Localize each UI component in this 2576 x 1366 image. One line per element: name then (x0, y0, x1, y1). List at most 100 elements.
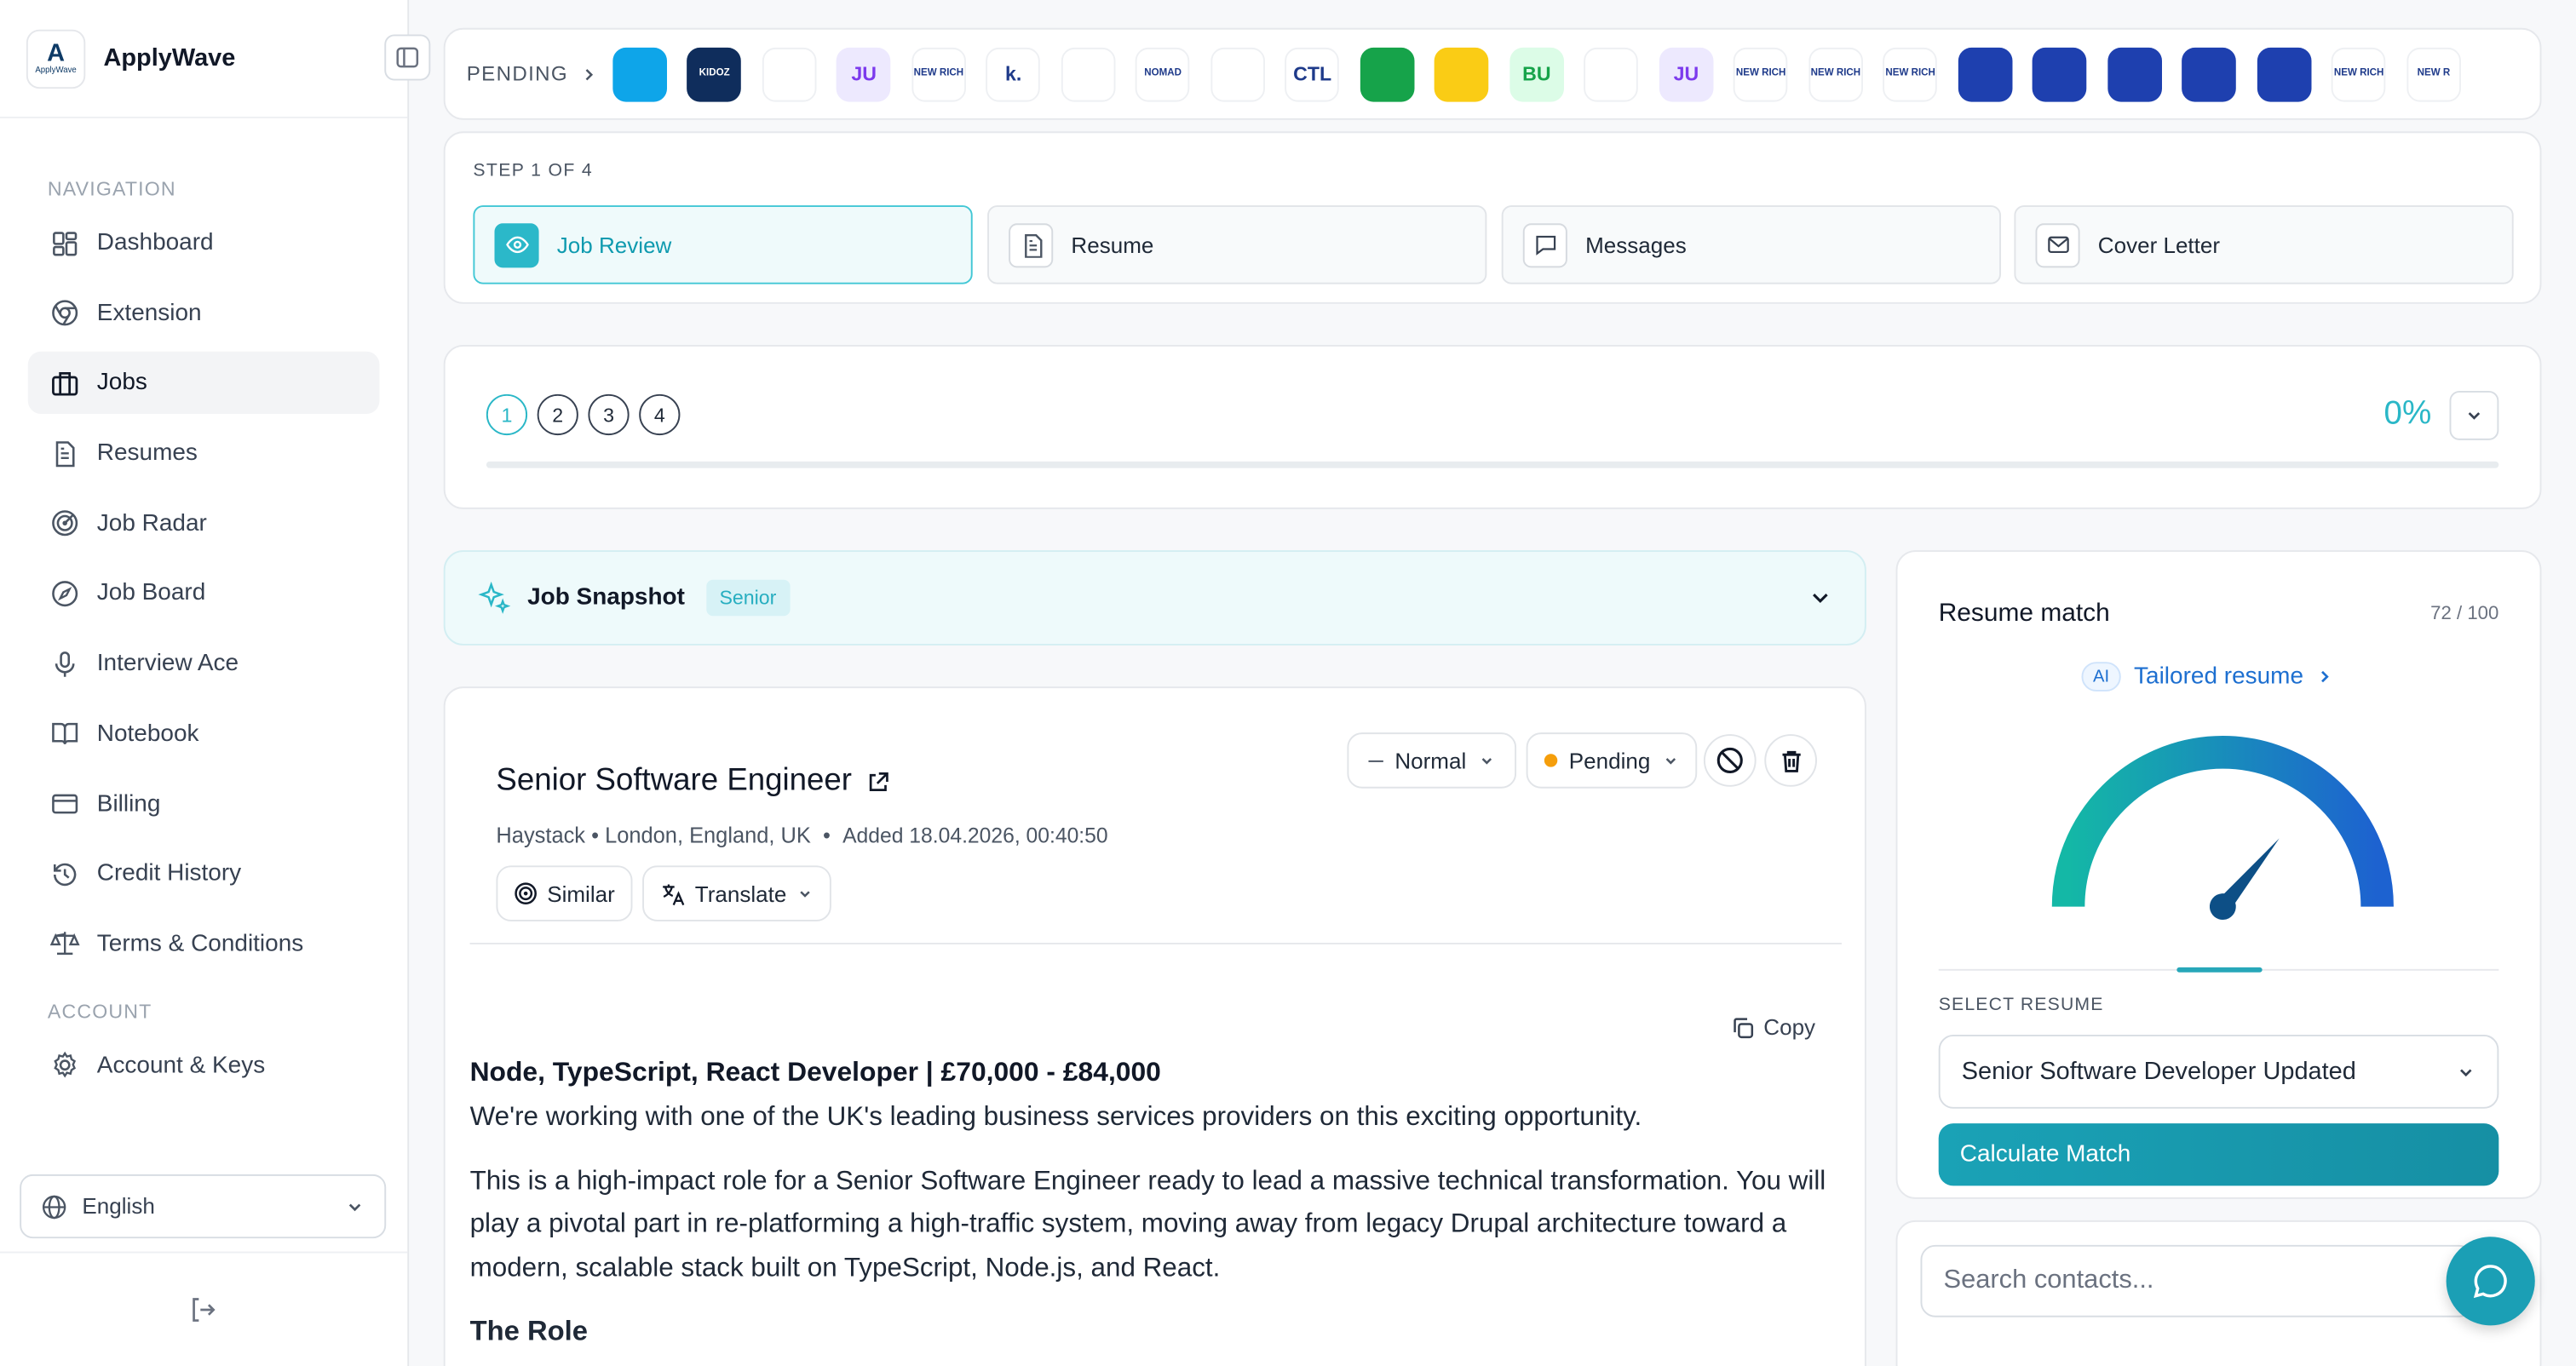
copy-button[interactable]: Copy (1733, 1015, 1815, 1040)
sparkles-icon (478, 581, 511, 614)
company-logo-shield[interactable] (1958, 46, 2013, 101)
history-icon (53, 863, 77, 886)
eye-icon (505, 236, 528, 254)
progress-expand-button[interactable] (2449, 390, 2499, 440)
block-button[interactable] (1703, 734, 1757, 787)
tray-label: PENDING (467, 62, 596, 85)
sidebar-item-label: Interview Ace (96, 650, 239, 677)
company-logo-kidoz[interactable]: KIDOZ (687, 46, 742, 101)
sidebar-item-dashboard[interactable]: Dashboard (28, 212, 380, 274)
chevron-down-icon (2468, 412, 2481, 420)
app-logo[interactable]: A ApplyWave (26, 28, 86, 89)
sidebar-item-account-keys[interactable]: Account & Keys (28, 1035, 380, 1097)
delete-button[interactable] (1764, 734, 1817, 787)
sidebar-item-extension[interactable]: Extension (28, 282, 380, 344)
status-select[interactable]: Pending (1526, 732, 1697, 789)
company-logo-new-rich[interactable]: NEW RICH (2332, 46, 2386, 101)
translate-button[interactable]: Translate (642, 865, 831, 921)
company-logo-db[interactable] (612, 46, 667, 101)
step-tab-resume[interactable]: Resume (987, 205, 1487, 284)
compass-icon (52, 581, 78, 607)
company-logo-k[interactable]: k. (986, 46, 1041, 101)
app-root: A ApplyWave ApplyWave NAVIGATION Dashboa… (0, 0, 2576, 1366)
app-name: ApplyWave (103, 44, 236, 72)
sidebar-item-job-board[interactable]: Job Board (28, 562, 380, 624)
resume-match-title: Resume match (1938, 599, 2110, 628)
sidebar-panel-icon (396, 47, 419, 68)
step-tab-cover-letter[interactable]: Cover Letter (2014, 205, 2514, 284)
sidebar-item-terms-conditions[interactable]: Terms & Conditions (28, 913, 380, 975)
sidebar-item-interview-ace[interactable]: Interview Ace (28, 633, 380, 695)
company-logo-new-rich[interactable]: NEW RICH (1808, 46, 1863, 101)
company-logo-new-rich[interactable]: NEW R (2406, 46, 2461, 101)
chrome-icon (52, 300, 78, 326)
radar-icon (52, 510, 78, 537)
company-logo-initials[interactable]: JU (837, 46, 891, 101)
priority-select[interactable]: Normal (1347, 732, 1516, 789)
contacts-search-input[interactable]: Search contacts... (1920, 1244, 2475, 1317)
step-tab-messages[interactable]: Messages (1501, 205, 2001, 284)
step-tab-job-review[interactable]: Job Review (473, 205, 973, 284)
logout-button[interactable] (187, 1294, 219, 1334)
sidebar-item-notebook[interactable]: Notebook (28, 703, 380, 765)
company-logo-shield[interactable] (2257, 46, 2312, 101)
company-logo-new-rich[interactable]: NEW RICH (911, 46, 966, 101)
briefcase-icon (52, 371, 78, 396)
progress-step-2[interactable]: 2 (537, 393, 578, 436)
company-logo-nomad[interactable]: NOMAD (1136, 46, 1190, 101)
company-logo-text: NEW R (2417, 68, 2451, 79)
book-icon (52, 723, 78, 745)
job-snapshot-header[interactable]: Job Snapshot Senior (443, 550, 1866, 646)
external-link-icon[interactable] (865, 770, 889, 795)
company-logo-pen[interactable] (1061, 46, 1116, 101)
company-logo-hex[interactable] (1360, 46, 1415, 101)
sidebar-divider (0, 1251, 408, 1254)
step-label: Messages (1585, 232, 1687, 257)
sidebar-item-jobs[interactable]: Jobs (27, 352, 380, 415)
company-logo-v-shape[interactable] (1210, 46, 1265, 101)
job-divider (469, 942, 1842, 944)
sidebar-item-job-radar[interactable]: Job Radar (28, 492, 380, 554)
priority-value: Normal (1394, 748, 1467, 773)
chat-button[interactable] (2446, 1237, 2535, 1326)
match-gauge (2051, 736, 2394, 920)
company-logo-shield[interactable] (2107, 46, 2162, 101)
account-list: Account & Keys (0, 1035, 407, 1097)
progress-step-3[interactable]: 3 (588, 393, 630, 436)
company-logo-initials[interactable]: JU (1659, 46, 1714, 101)
gear-icon (54, 1052, 77, 1079)
sidebar-item-billing[interactable]: Billing (28, 772, 380, 835)
progress-step-1[interactable]: 1 (486, 393, 528, 436)
ai-badge: AI (2081, 662, 2121, 692)
tailored-resume-link[interactable]: AI Tailored resume (2081, 662, 2332, 692)
logout-icon (193, 1298, 216, 1322)
company-logo-new-rich[interactable]: NEW RICH (1883, 46, 1938, 101)
calculate-match-button[interactable]: Calculate Match (1938, 1123, 2499, 1186)
company-logo-new-rich[interactable]: NEW RICH (1734, 46, 1788, 101)
company-logo-blocks[interactable] (1584, 46, 1639, 101)
chat-bubble-icon (2473, 1265, 2507, 1299)
account-heading: ACCOUNT (47, 1000, 152, 1024)
navigation-list: Dashboard Extension Jobs Resumes Job Radar Jo… (0, 212, 407, 976)
resume-select[interactable]: Senior Software Developer Updated (1938, 1034, 2499, 1109)
collapse-sidebar-button[interactable] (384, 34, 431, 81)
job-company: Haystack (496, 823, 586, 848)
language-select[interactable]: English (20, 1174, 387, 1239)
job-headline: Node, TypeScript, React Developer | £70,… (469, 1057, 1161, 1088)
step-icon-box (1009, 222, 1054, 267)
chevron-down-icon (1481, 758, 1492, 765)
similar-button[interactable]: Similar (496, 865, 634, 921)
sidebar-item-credit-history[interactable]: Credit History (28, 843, 380, 905)
selected-resume: Senior Software Developer Updated (1961, 1057, 2356, 1086)
company-logo-ctl[interactable]: CTL (1285, 46, 1340, 101)
company-logo-initials[interactable]: BU (1509, 46, 1564, 101)
company-logo-shield[interactable] (2182, 46, 2237, 101)
progress-step-4[interactable]: 4 (639, 393, 681, 436)
radar-icon (515, 882, 537, 904)
company-logo-yellow[interactable] (1435, 46, 1489, 101)
step-icon-box (1522, 222, 1567, 267)
sidebar-item-resumes[interactable]: Resumes (28, 422, 380, 485)
job-snapshot-title: Job Snapshot (527, 584, 685, 611)
company-logo-shield[interactable] (2033, 46, 2087, 101)
company-logo-orange-swirl[interactable] (762, 46, 817, 101)
